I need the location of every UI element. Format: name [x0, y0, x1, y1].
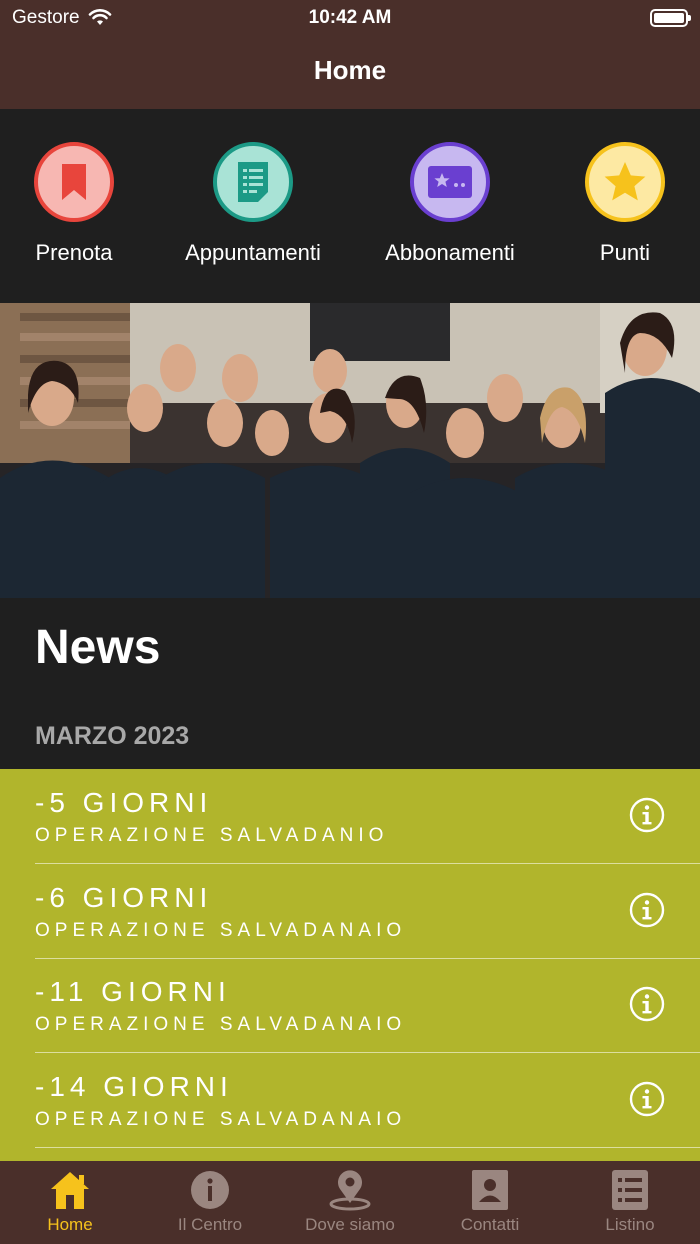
star-icon	[604, 162, 646, 201]
month-header: MARZO 2023	[35, 722, 190, 750]
appuntamenti-circle	[213, 142, 293, 222]
punti-circle	[585, 142, 665, 222]
news-item[interactable]: -14 GIORNI OPERAZIONE SALVADANAIO	[35, 1053, 700, 1148]
nav-title: Home	[313, 55, 387, 85]
info-icon[interactable]	[629, 986, 665, 1022]
news-item-title: -14 GIORNI	[35, 1071, 233, 1102]
location-pin-icon	[329, 1170, 371, 1211]
tab-home[interactable]: Home	[0, 1169, 140, 1235]
news-item-title: -5 GIORNI	[35, 787, 213, 818]
quick-action-label: Punti	[599, 240, 651, 265]
news-item[interactable]: -5 GIORNI OPERAZIONE SALVADANIO	[35, 769, 700, 864]
status-time: 10:42 AM	[308, 7, 392, 28]
info-icon[interactable]	[629, 797, 665, 833]
info-icon	[191, 1171, 229, 1209]
team-photo-illustration	[0, 303, 700, 598]
tab-listino[interactable]: Listino	[560, 1169, 700, 1235]
news-title: News	[35, 621, 161, 674]
news-item-subtitle: OPERAZIONE SALVADANAIO	[35, 1014, 407, 1035]
quick-action-label: Appuntamenti	[185, 240, 321, 265]
news-item-subtitle: OPERAZIONE SALVADANAIO	[35, 1109, 407, 1130]
news-item-subtitle: OPERAZIONE SALVADANAIO	[35, 920, 407, 941]
tab-label: Contatti	[460, 1215, 520, 1234]
bookmark-icon	[62, 164, 86, 200]
tab-label: Dove siamo	[305, 1215, 395, 1234]
nav-bar: Home	[0, 36, 700, 109]
tab-bar: Home Il Centro Dove siamo Contatti Listi…	[0, 1161, 700, 1244]
prenota-circle	[34, 142, 114, 222]
tab-contatti[interactable]: Contatti	[420, 1169, 560, 1235]
abbonamenti-circle	[410, 142, 490, 222]
ticket-card-icon	[428, 166, 472, 198]
tab-label: Home	[47, 1215, 93, 1234]
news-item-title: -11 GIORNI	[35, 976, 231, 1007]
news-item[interactable]: -6 GIORNI OPERAZIONE SALVADANAIO	[35, 864, 700, 959]
home-icon	[51, 1172, 89, 1209]
quick-action-label: Abbonamenti	[385, 240, 515, 265]
quick-action-abbonamenti[interactable]: Abbonamenti	[350, 142, 550, 266]
info-icon[interactable]	[629, 892, 665, 928]
quick-action-prenota[interactable]: Prenota	[0, 142, 174, 266]
contact-card-icon	[472, 1170, 508, 1210]
tab-label: Listino	[605, 1215, 655, 1234]
news-list: -5 GIORNI OPERAZIONE SALVADANIO -6 GIORN…	[0, 769, 700, 1161]
team-photo	[0, 303, 700, 598]
quick-action-appuntamenti[interactable]: Appuntamenti	[153, 142, 353, 266]
list-icon	[612, 1170, 648, 1210]
news-item[interactable]: -11 GIORNI OPERAZIONE SALVADANAIO	[35, 958, 700, 1053]
info-icon[interactable]	[629, 1081, 665, 1117]
document-list-icon	[238, 162, 268, 202]
news-item-title: -6 GIORNI	[35, 882, 213, 913]
tab-label: Il Centro	[177, 1215, 243, 1234]
tab-dove-siamo[interactable]: Dove siamo	[280, 1169, 420, 1235]
tab-il-centro[interactable]: Il Centro	[140, 1169, 280, 1235]
quick-action-label: Prenota	[35, 240, 113, 265]
news-item-subtitle: OPERAZIONE SALVADANIO	[35, 825, 389, 846]
battery-icon	[650, 9, 691, 27]
quick-actions: Prenota Appuntamenti Abbonamenti Punti	[0, 109, 700, 303]
quick-action-punti[interactable]: Punti	[525, 142, 700, 266]
status-bar: Gestore 10:42 AM	[0, 0, 700, 36]
